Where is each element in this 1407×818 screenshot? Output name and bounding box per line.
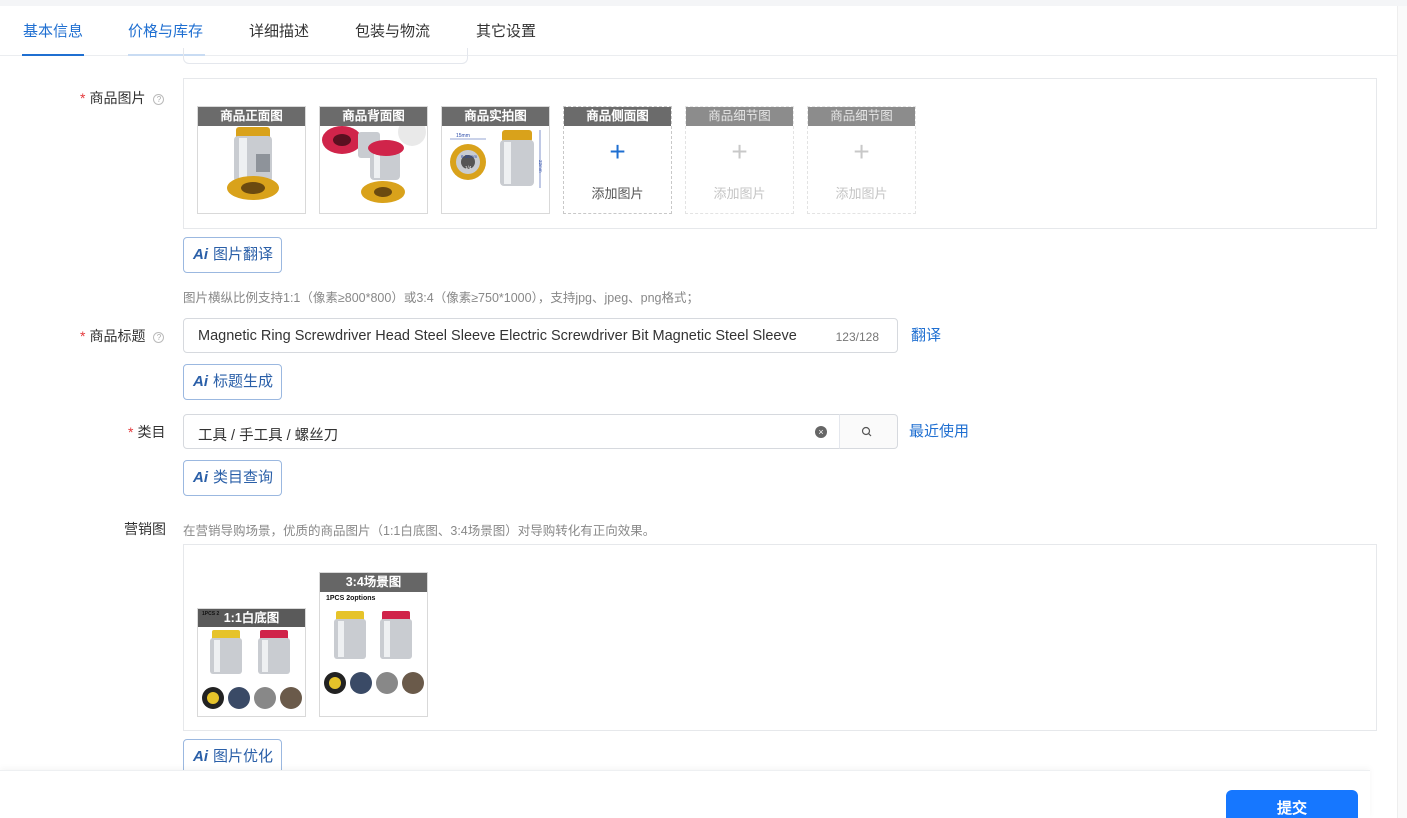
search-icon <box>861 426 872 437</box>
product-image-back[interactable]: 商品背面图 <box>319 106 428 214</box>
product-images-panel: 商品正面图 商品背面图 15mm 6.35mm 1/4 22mm 商品实拍图 商… <box>183 78 1377 229</box>
required-mark: * <box>128 424 134 440</box>
tab-price-stock[interactable]: 价格与库存 <box>128 20 203 41</box>
scrollbar[interactable] <box>1397 6 1407 818</box>
marketing-image-scene[interactable]: 3:4场景图 1PCS 2options <box>319 572 428 717</box>
required-mark: * <box>80 328 86 344</box>
title-generate-button[interactable]: Ai 标题生成 <box>183 364 283 400</box>
help-icon[interactable]: ? <box>153 332 165 343</box>
height-label: 22mm <box>538 160 543 173</box>
product-image-front[interactable]: 商品正面图 <box>197 106 306 214</box>
category-lookup-button[interactable]: Ai 类目查询 <box>183 460 283 496</box>
product-title-label: * 商品标题? <box>80 326 165 346</box>
category-input[interactable]: 工具 / 手工具 / 螺丝刀 × <box>183 414 840 449</box>
submit-button[interactable]: 提交 <box>1226 790 1358 818</box>
image-spec-hint: 图片横纵比例支持1:1（像素≥800*800）或3:4（像素≥750*1000）… <box>183 291 699 305</box>
ai-icon: Ai <box>193 748 208 765</box>
product-image-real[interactable]: 15mm 6.35mm 1/4 22mm 商品实拍图 <box>441 106 550 214</box>
inner-diameter-label: 6.35mm <box>461 154 478 159</box>
plus-icon: + <box>609 136 626 167</box>
tab-other-settings[interactable]: 其它设置 <box>476 20 536 41</box>
tab-packaging-logistics[interactable]: 包装与物流 <box>355 20 430 41</box>
scene-marketing-photo <box>324 611 424 694</box>
ai-icon: Ai <box>193 246 208 263</box>
square-image-text: 1PCS 2 <box>202 611 220 617</box>
marketing-images-label: 营销图 <box>124 521 166 537</box>
tab-active-indicator <box>22 54 84 56</box>
required-mark: * <box>80 90 86 106</box>
title-char-counter: 123/128 <box>835 330 879 344</box>
category-search-button[interactable] <box>839 414 898 449</box>
add-detail-image-1[interactable]: 商品细节图 + 添加图片 <box>685 106 794 214</box>
marketing-hint: 在营销导购场景，优质的商品图片（1:1白底图、3:4场景图）对导购转化有正向效果… <box>183 524 656 538</box>
image-translate-button[interactable]: Ai 图片翻译 <box>183 237 283 273</box>
footer-bar <box>0 770 1370 818</box>
diameter-label: 15mm <box>456 133 470 139</box>
marketing-images-panel: 1:1白底图 1PCS 2 3:4场景图 1PCS 2options <box>183 544 1377 731</box>
front-photo <box>227 127 279 200</box>
ai-icon: Ai <box>193 469 208 486</box>
square-marketing-photo <box>202 630 302 709</box>
marketing-image-square[interactable]: 1:1白底图 1PCS 2 <box>197 608 306 717</box>
recently-used-link[interactable]: 最近使用 <box>909 420 969 441</box>
tab-description[interactable]: 详细描述 <box>249 20 309 41</box>
real-photo: 15mm 6.35mm 1/4 22mm <box>450 130 543 188</box>
category-label: * 类目 <box>128 424 166 440</box>
back-photo <box>322 126 426 203</box>
help-icon[interactable]: ? <box>153 94 165 105</box>
clear-icon[interactable]: × <box>815 426 827 438</box>
plus-icon: + <box>731 136 748 167</box>
scene-image-text: 1PCS 2options <box>326 595 376 602</box>
translate-link[interactable]: 翻译 <box>911 324 941 345</box>
plus-icon: + <box>853 136 870 167</box>
ai-icon: Ai <box>193 373 208 390</box>
add-side-image[interactable]: 商品侧面图 + 添加图片 <box>563 106 672 214</box>
product-title-input[interactable]: Magnetic Ring Screwdriver Head Steel Sle… <box>183 318 898 353</box>
tab-basic-info[interactable]: 基本信息 <box>23 20 83 41</box>
product-images-label: * 商品图片? <box>80 88 165 108</box>
add-detail-image-2[interactable]: 商品细节图 + 添加图片 <box>807 106 916 214</box>
inner-shape-label: 1/4 <box>465 165 472 170</box>
previous-field-edge <box>183 48 468 64</box>
